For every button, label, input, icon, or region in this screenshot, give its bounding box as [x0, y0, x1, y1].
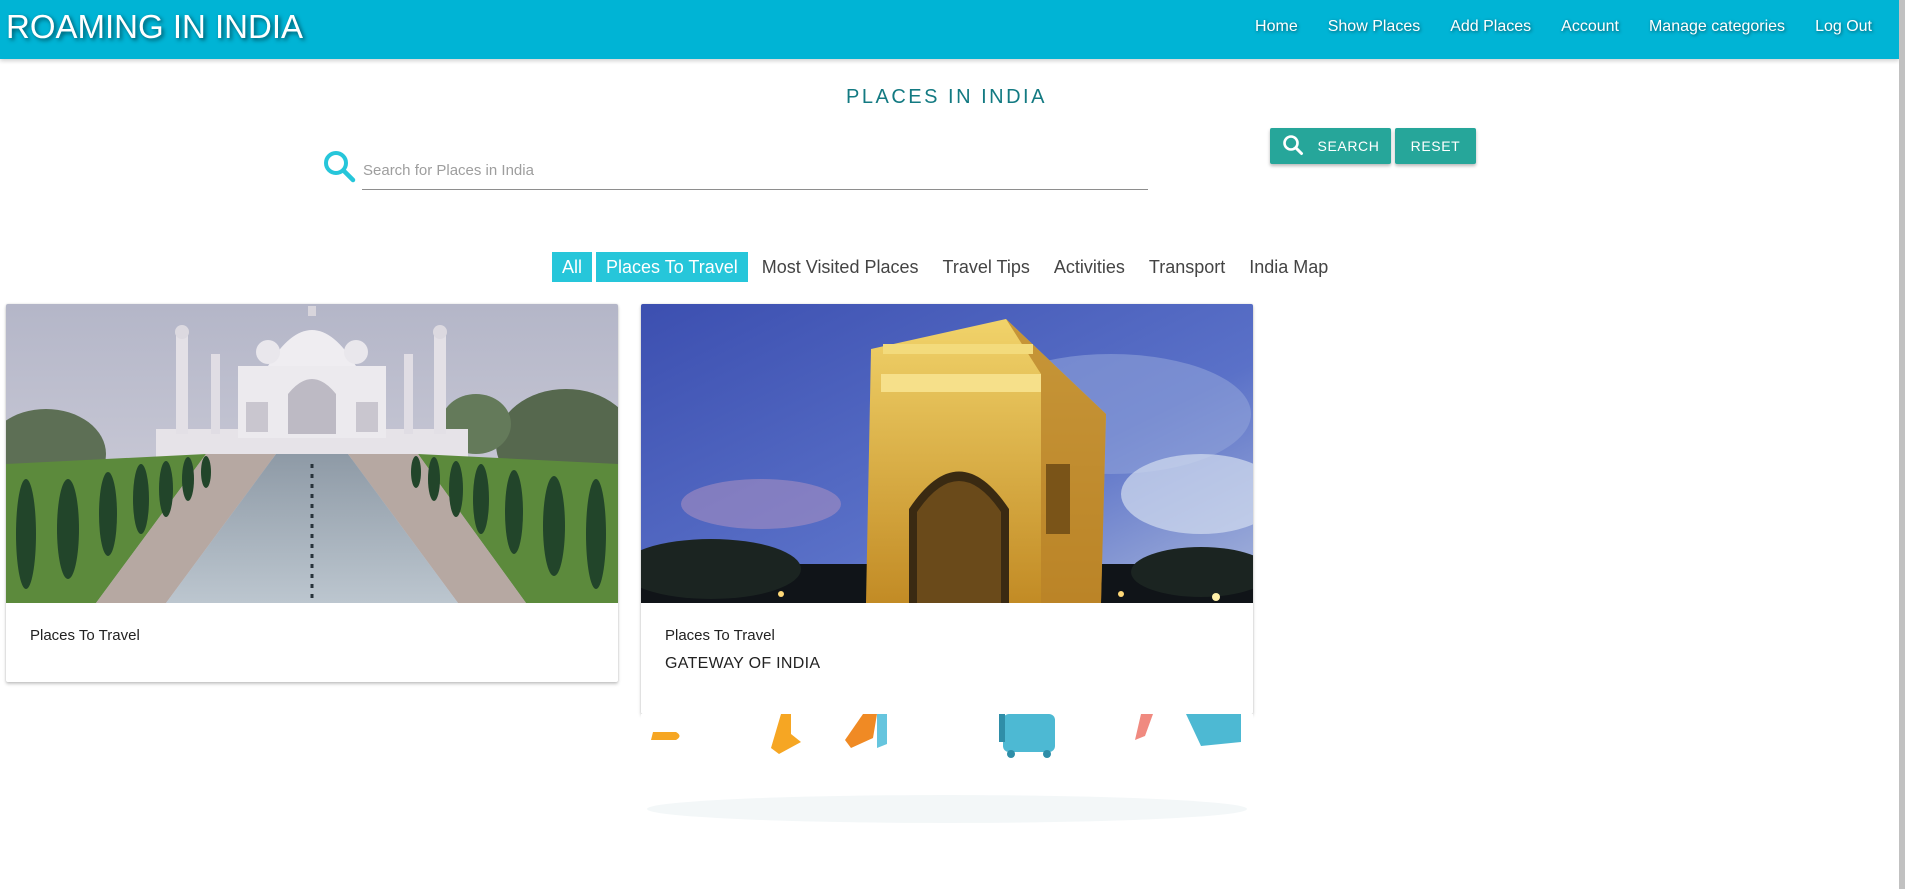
scrollbar-thumb[interactable] [1899, 0, 1905, 889]
card-category: Places To Travel [30, 627, 140, 644]
nav-links: Home Show Places Add Places Account Mana… [1240, 0, 1887, 54]
place-card[interactable]: Places To Travel GATEWAY OF INDIA [641, 304, 1253, 714]
nav-link-add-places[interactable]: Add Places [1435, 18, 1546, 36]
category-activities[interactable]: Activities [1044, 252, 1135, 282]
category-most-visited-places[interactable]: Most Visited Places [752, 252, 929, 282]
search-button-icon [1282, 134, 1304, 159]
nav-link-home[interactable]: Home [1240, 18, 1313, 36]
search-input[interactable] [362, 152, 1148, 190]
search-button[interactable]: SEARCH [1270, 128, 1391, 164]
category-travel-tips[interactable]: Travel Tips [933, 252, 1040, 282]
search-button-label: SEARCH [1317, 138, 1380, 154]
india-gate-photo[interactable] [641, 304, 1253, 603]
nav-link-account[interactable]: Account [1546, 18, 1634, 36]
place-card[interactable]: Places To Travel [6, 304, 618, 682]
nav-link-log-out[interactable]: Log Out [1800, 18, 1887, 36]
taj-mahal-photo[interactable] [6, 304, 618, 603]
reset-button-label: RESET [1410, 138, 1461, 154]
brand-logo[interactable]: ROAMING IN INDIA [6, 6, 303, 48]
card-body: Places To Travel GATEWAY OF INDIA [641, 603, 1253, 673]
page-title: PLACES IN INDIA [846, 86, 1047, 108]
category-places-to-travel[interactable]: Places To Travel [596, 252, 748, 282]
category-all[interactable]: All [552, 252, 593, 282]
nav-link-show-places[interactable]: Show Places [1313, 18, 1436, 36]
card-body: Places To Travel [6, 603, 618, 645]
travelers-illustration [641, 714, 1253, 824]
card-category: Places To Travel [665, 627, 775, 644]
category-india-map[interactable]: India Map [1239, 252, 1338, 282]
category-filter-bar: All Places To Travel Most Visited Places… [552, 252, 1342, 282]
card-title[interactable]: GATEWAY OF INDIA [665, 655, 1229, 673]
nav-link-manage-categories[interactable]: Manage categories [1634, 18, 1800, 36]
search-icon [321, 148, 359, 186]
category-transport[interactable]: Transport [1139, 252, 1235, 282]
top-navbar: ROAMING IN INDIA Home Show Places Add Pl… [0, 0, 1899, 59]
reset-button[interactable]: RESET [1395, 128, 1476, 164]
page-scrollbar[interactable] [1899, 0, 1905, 889]
